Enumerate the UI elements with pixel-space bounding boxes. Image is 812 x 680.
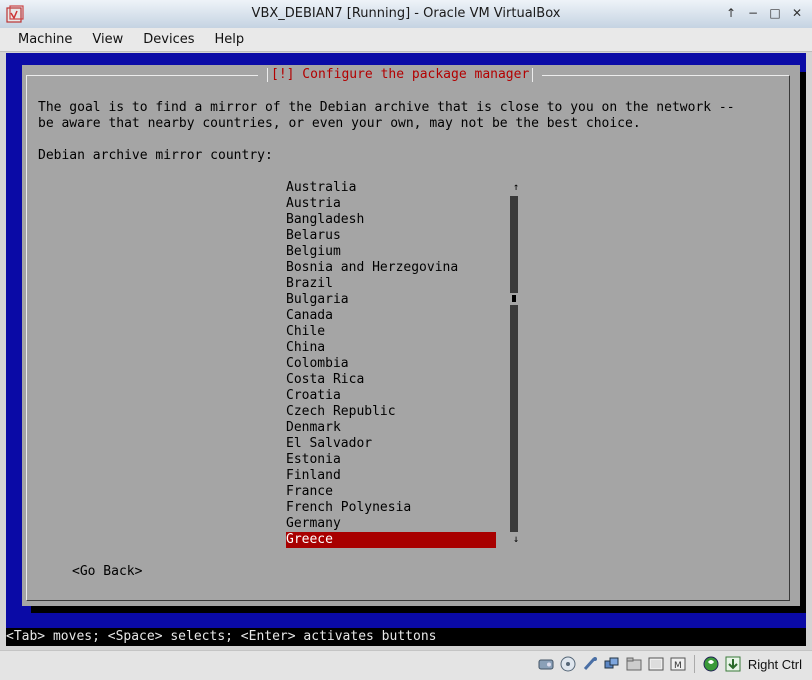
list-item[interactable]: El Salvador [286, 436, 496, 452]
shade-button[interactable]: ↑ [724, 6, 738, 20]
keyboard-hint: <Tab> moves; <Space> selects; <Enter> ac… [6, 628, 806, 646]
host-key-label: Right Ctrl [747, 656, 802, 672]
country-list[interactable]: Australia Austria Bangladesh Belarus Belgium… [286, 180, 496, 548]
list-item[interactable]: Germany [286, 516, 496, 532]
list-item-selected[interactable]: Greece [286, 532, 496, 548]
vm-screen[interactable]: [!] Configure the package manager The go… [6, 53, 806, 646]
title-bar: VBX_DEBIAN7 [Running] - Oracle VM Virtua… [0, 0, 812, 29]
list-item[interactable]: Belgium [286, 244, 496, 260]
list-item[interactable]: Canada [286, 308, 496, 324]
status-bar: M Right Ctrl [0, 650, 812, 680]
hard-disk-icon[interactable] [537, 655, 555, 673]
scroll-up-arrow[interactable]: ↑ [510, 180, 522, 196]
list-item[interactable]: France [286, 484, 496, 500]
optical-drive-icon[interactable] [559, 655, 577, 673]
list-item[interactable]: Czech Republic [286, 404, 496, 420]
display-icon[interactable] [647, 655, 665, 673]
list-item[interactable]: Finland [286, 468, 496, 484]
network-icon[interactable] [603, 655, 621, 673]
go-back-button[interactable]: <Go Back> [72, 564, 142, 579]
dialog-title: [!] Configure the package manager [258, 67, 543, 83]
mirror-country-prompt: Debian archive mirror country: [38, 148, 273, 163]
installer-dialog: [!] Configure the package manager The go… [22, 65, 800, 606]
list-item[interactable]: Denmark [286, 420, 496, 436]
dialog-title-text: [!] Configure the package manager [271, 67, 530, 82]
list-item[interactable]: Belarus [286, 228, 496, 244]
scrollbar-track[interactable] [510, 196, 518, 532]
scroll-down-arrow[interactable]: ↓ [510, 532, 522, 548]
shared-folder-icon[interactable] [625, 655, 643, 673]
mouse-integration-icon[interactable] [724, 655, 742, 673]
list-item[interactable]: Croatia [286, 388, 496, 404]
usb-icon[interactable] [581, 655, 599, 673]
menu-machine[interactable]: Machine [8, 30, 82, 49]
video-capture-icon[interactable]: M [669, 655, 687, 673]
svg-text:M: M [674, 661, 682, 671]
list-item[interactable]: Bosnia and Herzegovina [286, 260, 496, 276]
list-item[interactable]: Bulgaria [286, 292, 496, 308]
menu-bar: Machine View Devices Help [0, 28, 812, 52]
close-button[interactable]: ✕ [790, 6, 804, 20]
list-item[interactable]: Austria [286, 196, 496, 212]
menu-view[interactable]: View [82, 30, 133, 49]
list-item[interactable]: Australia [286, 180, 496, 196]
description-line-2: be aware that nearby countries, or even … [38, 116, 641, 131]
menu-devices[interactable]: Devices [133, 30, 204, 49]
status-separator [693, 655, 695, 673]
list-item[interactable]: French Polynesia [286, 500, 496, 516]
list-item[interactable]: Chile [286, 324, 496, 340]
list-item[interactable]: Estonia [286, 452, 496, 468]
window-title: VBX_DEBIAN7 [Running] - Oracle VM Virtua… [251, 6, 561, 21]
menu-help[interactable]: Help [205, 30, 255, 49]
scrollbar-thumb[interactable] [510, 293, 518, 305]
description-line-1: The goal is to find a mirror of the Debi… [38, 100, 735, 115]
minimize-button[interactable]: − [746, 6, 760, 20]
maximize-button[interactable]: □ [768, 6, 782, 20]
virtualization-icon[interactable] [702, 655, 720, 673]
list-item[interactable]: Brazil [286, 276, 496, 292]
list-item[interactable]: Bangladesh [286, 212, 496, 228]
list-item[interactable]: Colombia [286, 356, 496, 372]
list-item[interactable]: China [286, 340, 496, 356]
list-item[interactable]: Costa Rica [286, 372, 496, 388]
